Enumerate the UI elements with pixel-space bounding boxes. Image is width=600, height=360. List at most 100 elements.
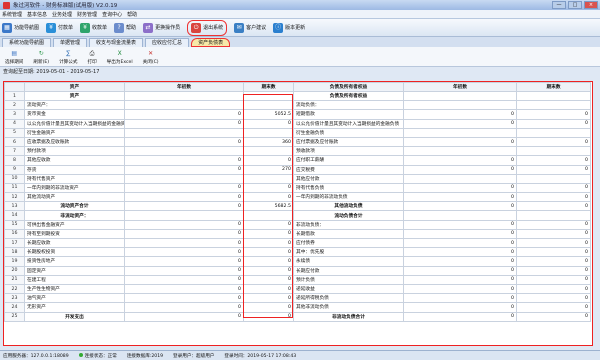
liability-end-value[interactable]: 0 <box>516 201 591 212</box>
report-button-printer[interactable]: ⎙ 打印 <box>85 48 98 66</box>
table-row[interactable]: 24 无形资产 0 0 其他非流动负债 0 0 <box>4 302 591 313</box>
table-row[interactable]: 9 存货 0 270 应交税费 0 0 <box>4 164 591 175</box>
toolbar-button-update[interactable]: ⓘ 版本更新 <box>273 22 305 33</box>
liability-item[interactable]: 长期借款 <box>293 228 404 240</box>
asset-begin-value[interactable]: 0 <box>124 237 244 249</box>
report-button-close[interactable]: ✕ 关闭(C) <box>141 48 161 66</box>
asset-end-value[interactable]: 5052.5 <box>243 109 294 120</box>
asset-item[interactable]: 持有至到期投资 <box>24 228 125 240</box>
col-liab-begin-header[interactable]: 年初数 <box>403 82 517 92</box>
liability-end-value[interactable]: 0 <box>516 228 591 240</box>
liability-end-value[interactable]: 0 <box>516 247 591 258</box>
liability-begin-value[interactable]: 0 <box>403 293 517 304</box>
maximize-button[interactable]: □ <box>568 1 582 9</box>
asset-begin-value[interactable]: 0 <box>124 293 244 304</box>
asset-item[interactable]: 资产 <box>24 90 125 102</box>
liability-item[interactable]: 衍生金融负债 <box>293 127 404 138</box>
tab-balance-sheet[interactable]: 资产负债表 <box>191 38 231 47</box>
liability-item[interactable]: 持有代售负债 <box>293 182 404 194</box>
toolbar-button-feedback[interactable]: ✉ 客户建议 <box>234 22 266 33</box>
liability-end-value[interactable]: 0 <box>516 283 591 295</box>
row-index[interactable]: 19 <box>4 256 25 267</box>
liability-item[interactable]: 其他流动负债 <box>293 201 404 212</box>
row-index[interactable]: 5 <box>4 127 25 138</box>
liability-begin-value[interactable] <box>403 146 517 157</box>
col-liabilities-header[interactable]: 负债及所有者权益 <box>293 82 404 92</box>
asset-begin-value[interactable]: 0 <box>124 201 244 212</box>
asset-item[interactable]: 长期应收款 <box>24 237 125 249</box>
liability-item[interactable]: 一年内到期的非流动负债 <box>293 192 404 203</box>
liability-begin-value[interactable]: 0 <box>403 155 517 166</box>
table-row[interactable]: 12 其他流动资产 0 0 一年内到期的非流动负债 0 0 <box>4 192 591 203</box>
liability-begin-value[interactable]: 0 <box>403 237 517 249</box>
table-row[interactable]: 10 持有代售资产 其他应付款 <box>4 173 591 184</box>
row-index[interactable]: 25 <box>4 311 25 322</box>
asset-end-value[interactable] <box>243 210 294 221</box>
row-index[interactable]: 3 <box>4 109 25 120</box>
asset-end-value[interactable] <box>243 100 294 111</box>
menu-finance[interactable]: 财务管理 <box>77 11 97 18</box>
liability-begin-value[interactable]: 0 <box>403 164 517 175</box>
asset-item[interactable]: 一年内到期的非流动资产 <box>24 182 125 194</box>
asset-begin-value[interactable] <box>124 146 244 157</box>
liability-item[interactable]: 递延所得税负债 <box>293 293 404 304</box>
asset-end-value[interactable]: 0 <box>243 256 294 267</box>
liability-begin-value[interactable] <box>403 90 517 102</box>
row-index[interactable]: 8 <box>4 155 25 166</box>
table-row[interactable]: 3 货币资金 0 5052.5 短期借款 0 0 <box>4 109 591 120</box>
asset-item[interactable]: 流动资产合计 <box>24 201 125 212</box>
liability-item[interactable]: 应付职工薪酬 <box>293 155 404 166</box>
liability-item[interactable]: 永续债 <box>293 256 404 267</box>
toolbar-button-user-switch[interactable]: ⇄ 更换操作员 <box>143 22 180 33</box>
asset-item[interactable]: 投资性房地产 <box>24 256 125 267</box>
liability-end-value[interactable]: 0 <box>516 265 591 276</box>
asset-end-value[interactable]: 0 <box>243 219 294 230</box>
liability-item[interactable]: 流动负债合计 <box>293 210 404 221</box>
liability-begin-value[interactable]: 0 <box>403 311 517 322</box>
asset-begin-value[interactable]: 0 <box>124 311 244 322</box>
asset-item[interactable]: 油气资产 <box>24 293 125 304</box>
toolbar-button-grid[interactable]: ▦ 功能导航图 <box>2 22 39 33</box>
col-liab-end-header[interactable]: 期末数 <box>516 82 591 92</box>
menu-help[interactable]: 帮助 <box>127 11 137 18</box>
asset-begin-value[interactable]: 0 <box>124 118 244 129</box>
menu-business[interactable]: 业务处理 <box>52 11 72 18</box>
asset-begin-value[interactable]: 0 <box>124 228 244 240</box>
asset-item[interactable]: 非流动资产： <box>24 210 125 221</box>
table-row[interactable]: 17 长期应收款 0 0 应付债券 0 0 <box>4 237 591 249</box>
liability-begin-value[interactable]: 0 <box>403 274 517 285</box>
report-button-formula[interactable]: ∑ 计算公式 <box>57 48 79 66</box>
asset-item[interactable]: 流动资产： <box>24 100 125 111</box>
asset-end-value[interactable] <box>243 127 294 138</box>
row-index[interactable]: 12 <box>4 192 25 203</box>
menu-query[interactable]: 查询中心 <box>102 11 122 18</box>
asset-begin-value[interactable]: 0 <box>124 265 244 276</box>
liability-end-value[interactable]: 0 <box>516 274 591 285</box>
liability-begin-value[interactable] <box>403 100 517 111</box>
table-row[interactable]: 20 固定资产 0 0 长期应付款 0 0 <box>4 265 591 276</box>
liability-end-value[interactable] <box>516 90 591 102</box>
table-row[interactable]: 5 衍生金融资产 衍生金融负债 <box>4 127 591 138</box>
row-index[interactable]: 18 <box>4 247 25 258</box>
col-assets-begin-header[interactable]: 年初数 <box>124 82 244 92</box>
row-index[interactable]: 17 <box>4 237 25 249</box>
asset-end-value[interactable]: 0 <box>243 293 294 304</box>
asset-begin-value[interactable]: 0 <box>124 247 244 258</box>
table-row[interactable]: 16 持有至到期投资 0 0 长期借款 0 0 <box>4 228 591 240</box>
report-button-excel[interactable]: X 导出为Excel <box>105 48 135 66</box>
liability-begin-value[interactable] <box>403 173 517 184</box>
liability-end-value[interactable]: 0 <box>516 118 591 129</box>
row-index[interactable]: 7 <box>4 146 25 157</box>
asset-begin-value[interactable]: 0 <box>124 136 244 148</box>
liability-end-value[interactable]: 0 <box>516 109 591 120</box>
liability-item[interactable]: 非流动负债合计 <box>293 311 404 322</box>
liability-begin-value[interactable]: 0 <box>403 247 517 258</box>
table-row[interactable]: 1 资产 负债及所有者权益 <box>4 90 591 102</box>
asset-item[interactable]: 在建工程 <box>24 274 125 285</box>
asset-end-value[interactable]: 5682.5 <box>243 201 294 212</box>
row-index[interactable]: 22 <box>4 283 25 295</box>
liability-begin-value[interactable]: 0 <box>403 192 517 203</box>
liability-end-value[interactable]: 0 <box>516 219 591 230</box>
report-button-refresh[interactable]: ↻ 刷新(E) <box>31 48 51 66</box>
table-row[interactable]: 11 一年内到期的非流动资产 0 0 持有代售负债 0 0 <box>4 182 591 194</box>
